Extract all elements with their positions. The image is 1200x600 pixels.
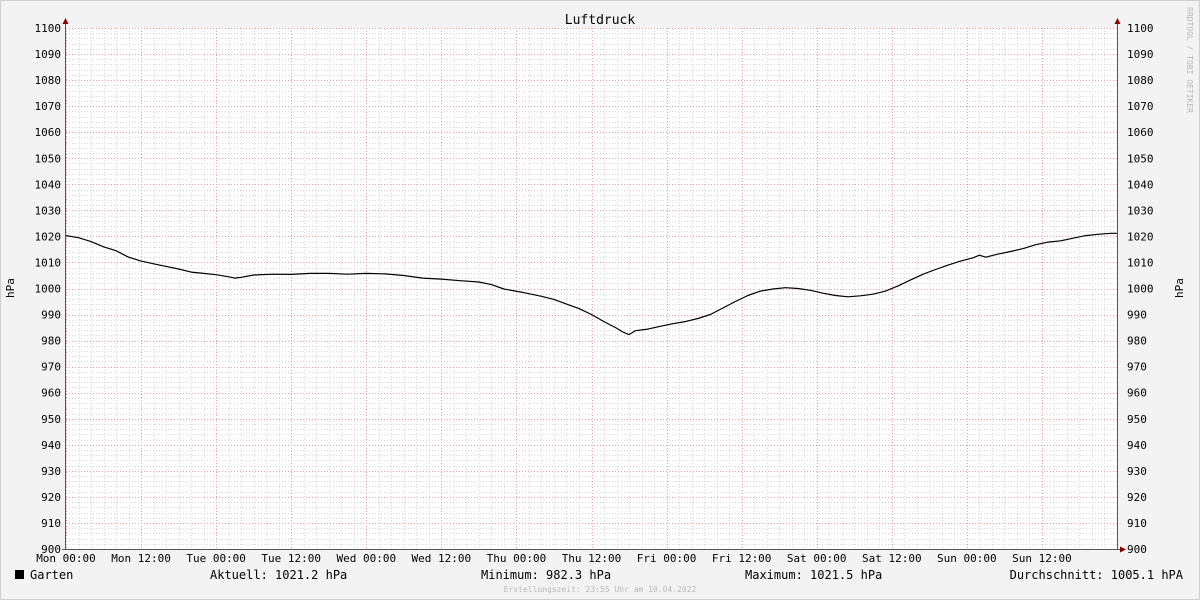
x-tick-label: Mon 00:00 <box>36 552 96 565</box>
y-tick-label-left: 980 <box>41 335 61 348</box>
y-tick-label-left: 970 <box>41 361 61 374</box>
x-tick-label: Wed 00:00 <box>336 552 396 565</box>
y-tick-label-right: 1080 <box>1127 74 1154 87</box>
chart-svg: Luftdruck 900 900910 910920 920930 930940 940… <box>0 0 1200 600</box>
legend-series-name: Garten <box>30 568 73 582</box>
y-tick-label-right: 980 <box>1127 335 1147 348</box>
stat-durchschnitt: Durchschnitt: 1005.1 hPA <box>1010 568 1184 582</box>
y-tick-label-left: 960 <box>41 387 61 400</box>
x-tick-label: Thu 12:00 <box>562 552 622 565</box>
stat-minimum: Minimum: 982.3 hPa <box>481 568 611 582</box>
y-tick-label-right: 1040 <box>1127 178 1154 191</box>
y-tick-label-left: 1050 <box>35 152 62 165</box>
y-tick-label-right: 920 <box>1127 491 1147 504</box>
y-tick-label-left: 990 <box>41 309 61 322</box>
y-tick-label-left: 1010 <box>35 256 62 269</box>
x-tick-label: Sat 00:00 <box>787 552 847 565</box>
y-tick-label-right: 1030 <box>1127 204 1154 217</box>
y-tick-label-right: 960 <box>1127 387 1147 400</box>
y-tick-label-left: 910 <box>41 517 61 530</box>
y-tick-label-right: 1020 <box>1127 230 1154 243</box>
y-tick-label-left: 1070 <box>35 100 62 113</box>
y-tick-label-right: 1060 <box>1127 126 1154 139</box>
y-tick-label-right: 900 <box>1127 543 1147 556</box>
x-tick-label: Thu 00:00 <box>487 552 547 565</box>
y-tick-label-left: 1060 <box>35 126 62 139</box>
y-tick-label-right: 1100 <box>1127 22 1154 35</box>
y-tick-label-right: 940 <box>1127 439 1147 452</box>
x-tick-label: Tue 12:00 <box>261 552 321 565</box>
y-tick-label-right: 1090 <box>1127 48 1154 61</box>
y-tick-label-right: 990 <box>1127 309 1147 322</box>
y-tick-label-left: 1040 <box>35 178 62 191</box>
x-tick-label: Wed 12:00 <box>412 552 472 565</box>
y-tick-label-right: 1010 <box>1127 256 1154 269</box>
y-tick-label-left: 1030 <box>35 204 62 217</box>
y-tick-label-right: 970 <box>1127 361 1147 374</box>
x-tick-label: Sat 12:00 <box>862 552 922 565</box>
x-tick-label: Fri 12:00 <box>712 552 772 565</box>
y-tick-label-left: 940 <box>41 439 61 452</box>
y-tick-label-right: 930 <box>1127 465 1147 478</box>
chart-root: Luftdruck 900 900 910 910 920 920 930 930 940 940… <box>0 0 1200 600</box>
y-axis-label-left: hPa <box>4 278 17 298</box>
y-tick-label-left: 920 <box>41 491 61 504</box>
y-tick-label-left: 1100 <box>35 22 62 35</box>
legend-swatch-garten <box>15 570 24 579</box>
y-tick-label-left: 1080 <box>35 74 62 87</box>
x-tick-label: Fri 00:00 <box>637 552 697 565</box>
y-tick-label-left: 1090 <box>35 48 62 61</box>
y-tick-label-right: 1000 <box>1127 283 1154 296</box>
watermark: RRDTOOL / TOBI OETIKER <box>1185 7 1194 113</box>
chart-title: Luftdruck <box>565 13 636 28</box>
y-tick-label-right: 1070 <box>1127 100 1154 113</box>
y-tick-label-right: 1050 <box>1127 152 1154 165</box>
y-tick-label-left: 930 <box>41 465 61 478</box>
stat-aktuell: Aktuell: 1021.2 hPa <box>210 568 347 582</box>
footer-created: Erstellungszeit: 23:55 Uhr am 10.04.2022 <box>504 585 697 594</box>
y-tick-label-left: 1020 <box>35 230 62 243</box>
x-tick-label: Sun 12:00 <box>1012 552 1072 565</box>
y-tick-label-left: 1000 <box>35 283 62 296</box>
y-axis-label-right: hPa <box>1173 278 1186 298</box>
stat-maximum: Maximum: 1021.5 hPa <box>745 568 882 582</box>
x-tick-label: Sun 00:00 <box>937 552 997 565</box>
x-tick-label: Tue 00:00 <box>186 552 246 565</box>
y-tick-label-right: 910 <box>1127 517 1147 530</box>
y-tick-label-left: 950 <box>41 413 61 426</box>
y-tick-label-right: 950 <box>1127 413 1147 426</box>
x-tick-label: Mon 12:00 <box>111 552 171 565</box>
